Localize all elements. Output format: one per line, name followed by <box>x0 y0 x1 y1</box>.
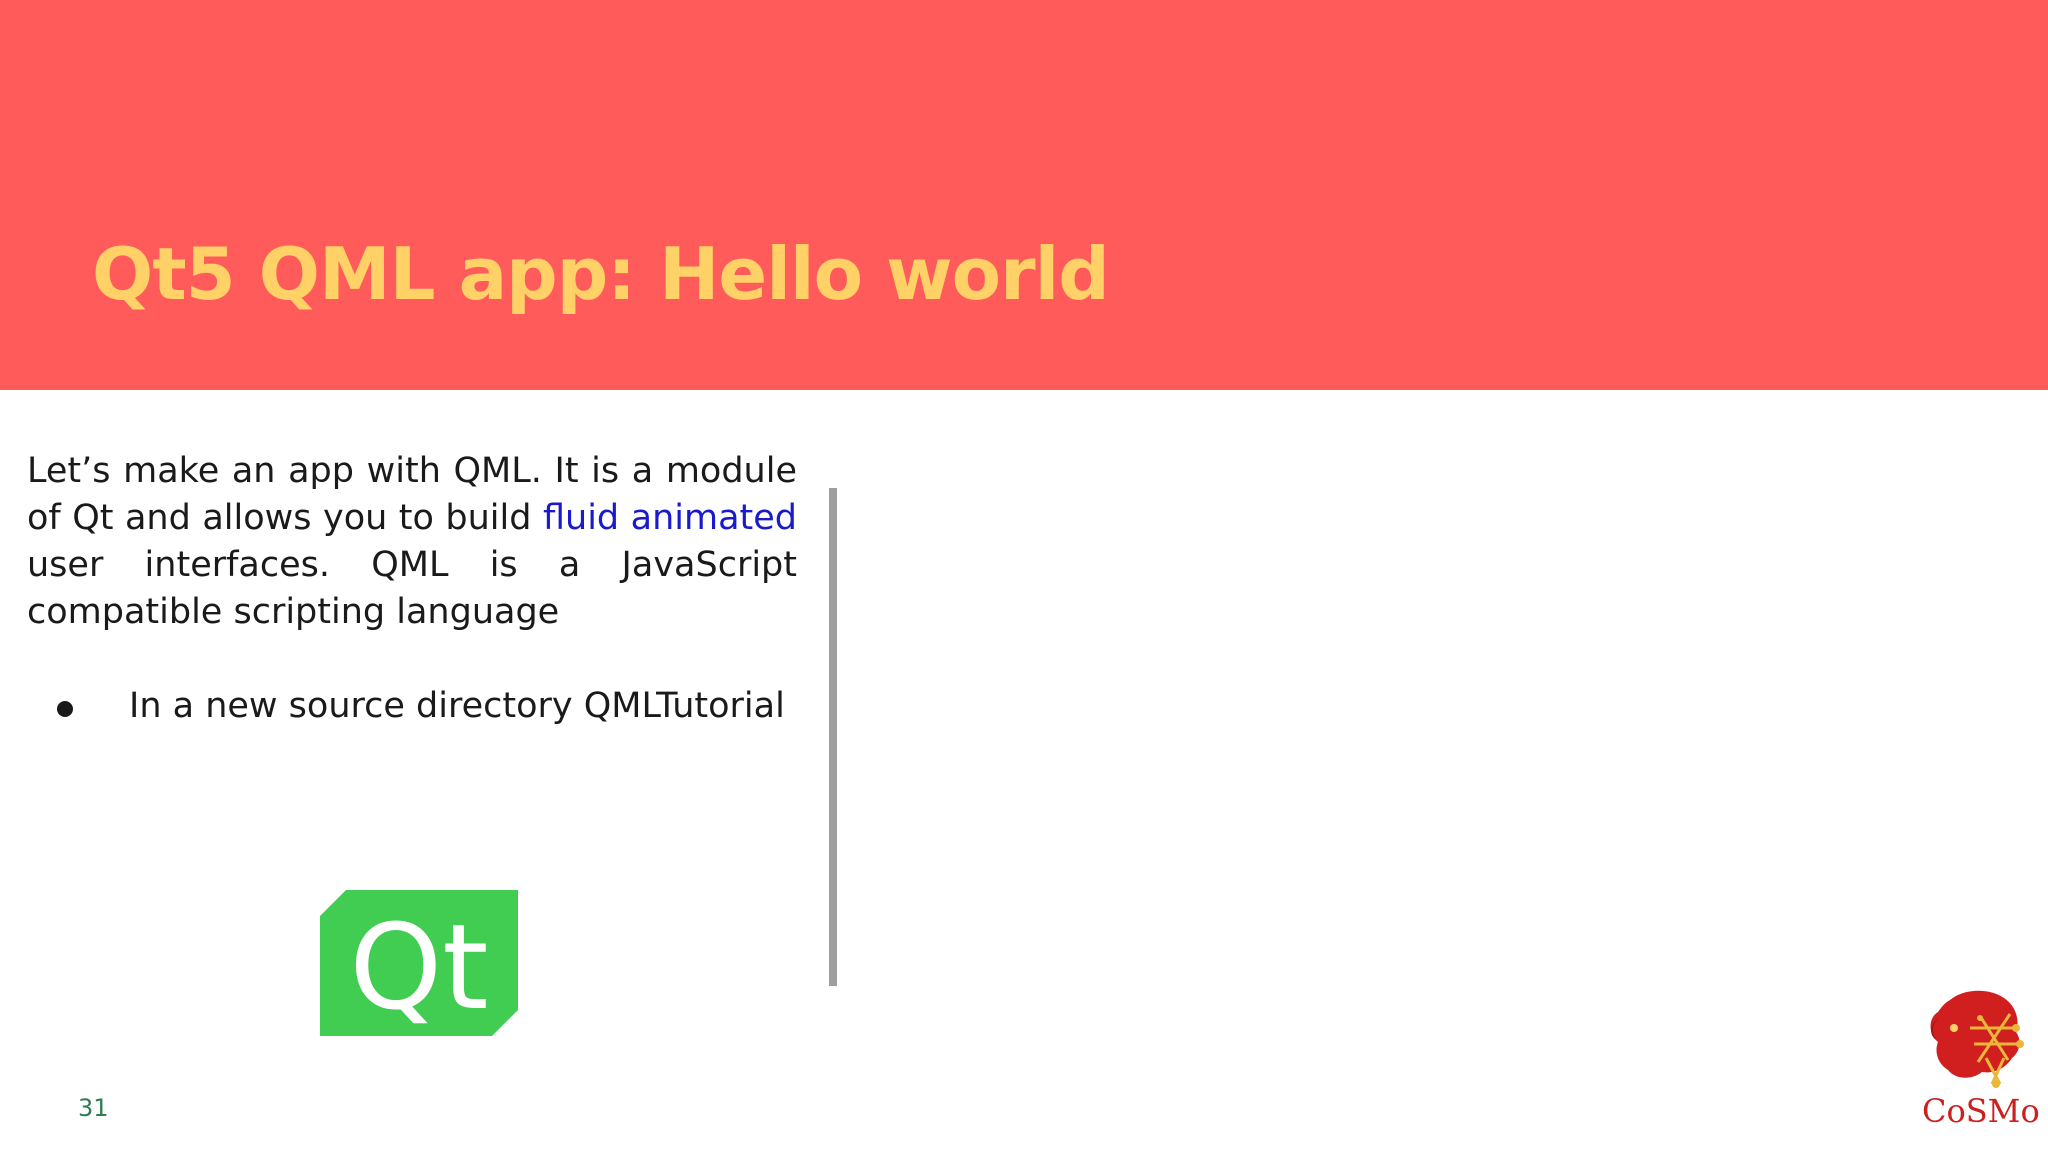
bullet-item: In a new source directory QMLTutorial <box>27 683 797 730</box>
bullet-text: In a new source directory QMLTutorial <box>129 686 785 726</box>
title-banner: Qt5 QML app: Hello world <box>0 0 2048 390</box>
slide-title: Qt5 QML app: Hello world <box>92 232 1110 316</box>
intro-paragraph: Let’s make an app with QML. It is a modu… <box>27 448 797 636</box>
fluid-animated-link[interactable]: fluid animated <box>543 498 797 538</box>
cosmo-logo-text: CoSMo <box>1922 1092 2040 1130</box>
bullet-dot-icon <box>57 701 73 717</box>
cosmo-lion-icon <box>1930 990 2024 1088</box>
slide: Qt5 QML app: Hello world Let’s make an a… <box>0 0 2048 1152</box>
vertical-divider <box>829 488 837 986</box>
bullet-list: In a new source directory QMLTutorial <box>27 683 797 730</box>
qt-logo-text: Qt <box>349 898 488 1036</box>
page-number: 31 <box>78 1094 109 1122</box>
qt-logo-icon: Qt <box>320 890 518 1036</box>
intro-text-end: user interfaces. QML is a JavaScript com… <box>27 545 797 632</box>
slide-body: Let’s make an app with QML. It is a modu… <box>27 448 797 730</box>
